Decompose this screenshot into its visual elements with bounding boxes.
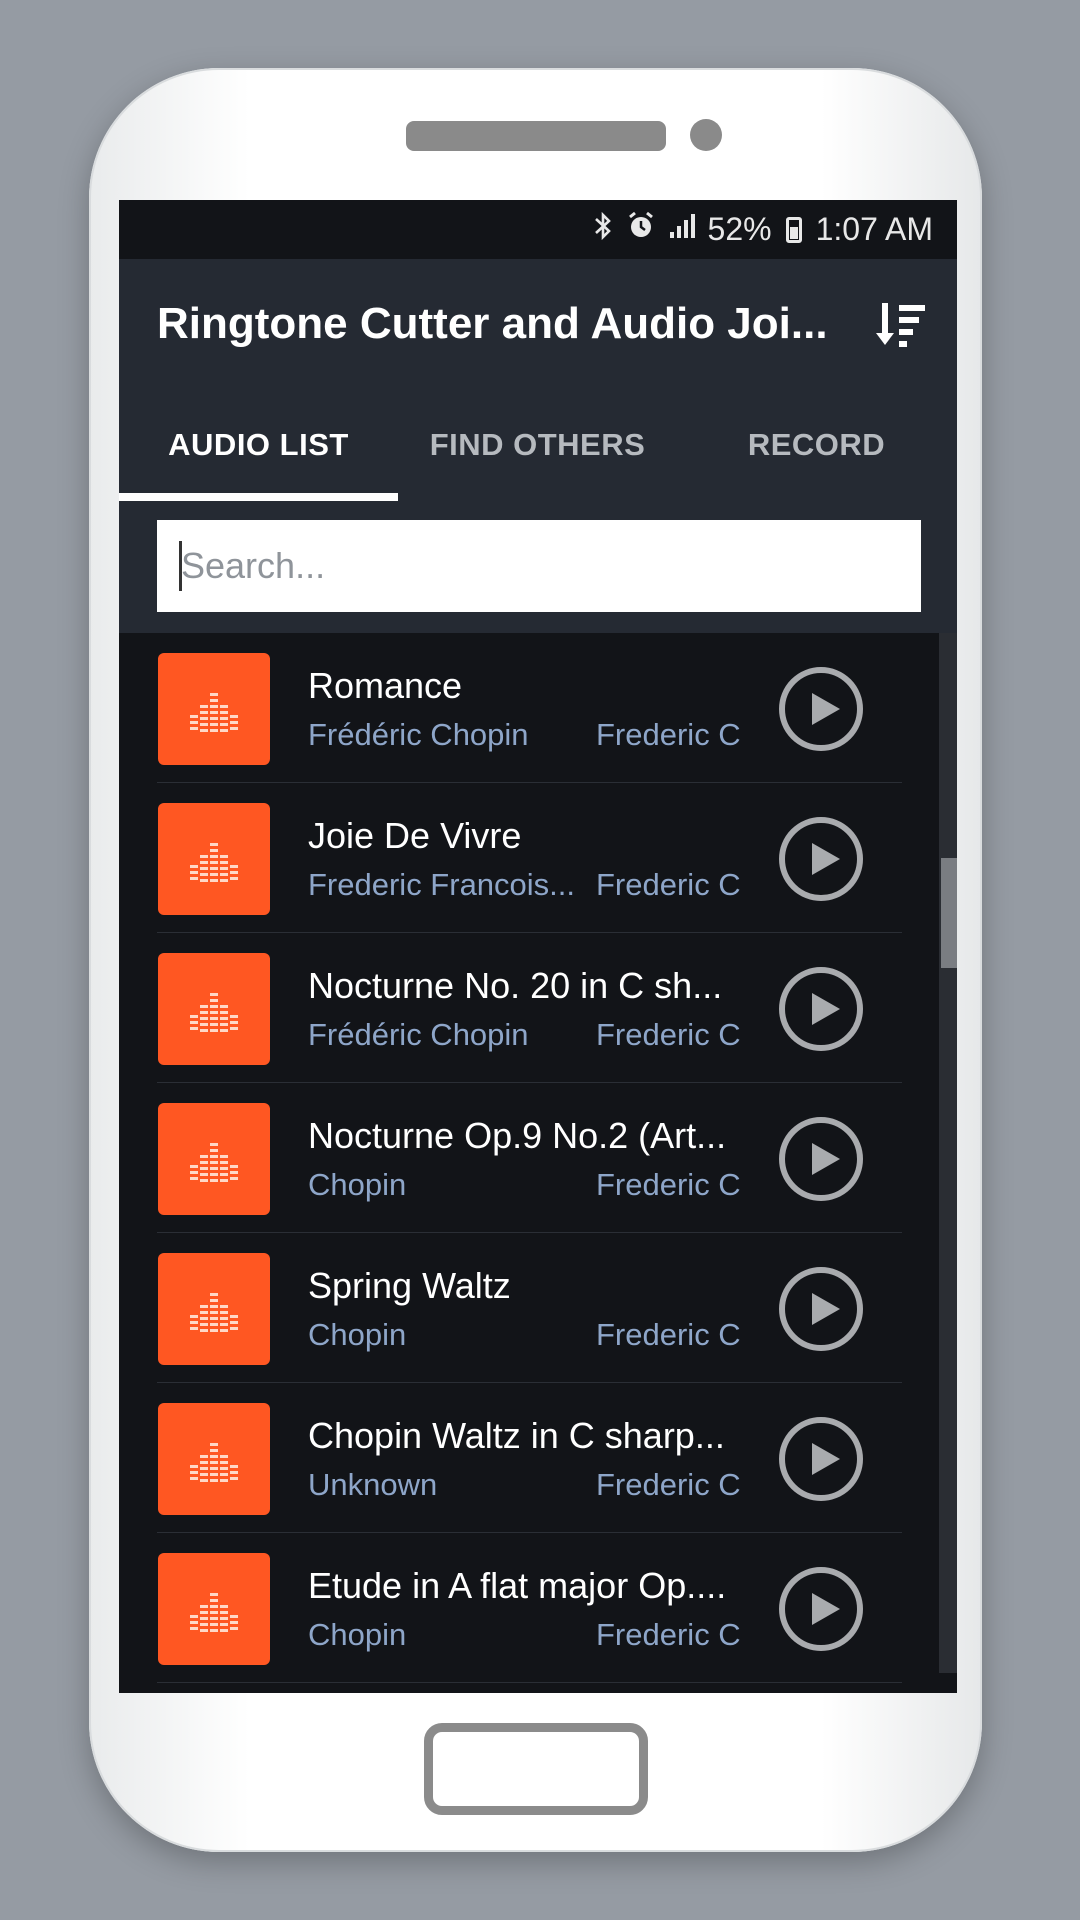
track-title: Chopin Waltz in C sharp... [308, 1415, 725, 1456]
track-artist: Chopin [308, 1317, 407, 1352]
track-album: Frederic C [596, 1467, 741, 1502]
equalizer-icon [186, 829, 242, 890]
list-item[interactable]: Chopin Waltz in C sharp... Unknown Frederi… [157, 1383, 902, 1533]
track-album: Frederic C [596, 867, 741, 902]
audio-list: Romance Frédéric Chopin Frederic C Joie De … [119, 633, 957, 1693]
play-icon [778, 1417, 864, 1506]
equalizer-icon [186, 1279, 242, 1340]
scrollbar-thumb[interactable] [941, 858, 957, 968]
audio-thumbnail [158, 1553, 270, 1665]
audio-thumbnail [158, 803, 270, 915]
list-item[interactable]: Nocturne No. 20 in C sh... Frédéric Chopi… [157, 933, 902, 1083]
audio-thumbnail [158, 1103, 270, 1215]
audio-thumbnail [158, 653, 270, 765]
search-area [119, 501, 957, 633]
search-input[interactable] [157, 520, 921, 612]
equalizer-icon [186, 1579, 242, 1640]
scrollbar-track[interactable] [939, 633, 957, 1673]
list-item[interactable]: Etude in A flat major Op.... Chopin Freder… [157, 1533, 902, 1683]
track-album: Frederic C [596, 717, 741, 752]
alarm-icon [626, 211, 656, 249]
play-button[interactable] [778, 966, 864, 1052]
equalizer-icon [186, 979, 242, 1040]
track-artist: Unknown [308, 1467, 438, 1502]
tab-record[interactable]: RECORD [677, 389, 956, 501]
phone-camera [690, 119, 722, 151]
home-button[interactable] [424, 1723, 648, 1815]
text-caret [179, 541, 182, 591]
track-title: Spring Waltz [308, 1265, 511, 1306]
list-item[interactable]: Nocturne Op.9 No.2 (Art... Chopin Frederic… [157, 1083, 902, 1233]
play-icon [778, 667, 864, 756]
track-title: Joie De Vivre [308, 815, 522, 856]
app-title: Ringtone Cutter and Audio Joi... [157, 299, 828, 348]
equalizer-icon [186, 1129, 242, 1190]
track-album: Frederic C [596, 1317, 741, 1352]
tab-audio-list[interactable]: AUDIO LIST [119, 389, 398, 501]
track-album: Frederic C [596, 1017, 741, 1052]
app-bar: Ringtone Cutter and Audio Joi... [119, 259, 957, 389]
play-button[interactable] [778, 1116, 864, 1202]
play-icon [778, 1567, 864, 1656]
tab-find-others[interactable]: FIND OTHERS [398, 389, 677, 501]
track-artist: Chopin [308, 1167, 407, 1202]
track-title: Nocturne Op.9 No.2 (Art... [308, 1115, 727, 1156]
play-button[interactable] [778, 1566, 864, 1652]
play-button[interactable] [778, 666, 864, 752]
signal-icon [668, 212, 698, 248]
track-title: Romance [308, 665, 463, 706]
track-artist: Frederic Francois... [308, 867, 576, 902]
equalizer-icon [186, 1429, 242, 1490]
play-button[interactable] [778, 816, 864, 902]
play-icon [778, 1117, 864, 1206]
play-button[interactable] [778, 1266, 864, 1352]
audio-thumbnail [158, 1253, 270, 1365]
track-album: Frederic C [596, 1167, 741, 1202]
sort-button[interactable] [873, 297, 929, 353]
track-title: Nocturne No. 20 in C sh... [308, 965, 723, 1006]
audio-thumbnail [158, 953, 270, 1065]
sort-icon [876, 303, 925, 347]
list-item[interactable]: Spring Waltz Chopin Frederic C [157, 1233, 902, 1383]
bluetooth-icon [592, 211, 614, 249]
track-artist: Frédéric Chopin [308, 1017, 529, 1052]
app-screen: 52% 1:07 AM Ringtone Cutter and Audio Jo… [119, 200, 957, 1693]
tab-bar: AUDIO LIST FIND OTHERS RECORD [119, 389, 957, 501]
play-button[interactable] [778, 1416, 864, 1502]
track-artist: Frédéric Chopin [308, 717, 529, 752]
phone-speaker [406, 121, 666, 151]
track-artist: Chopin [308, 1617, 407, 1652]
list-item[interactable]: Joie De Vivre Frederic Francois... Frederi… [157, 783, 902, 933]
play-icon [778, 817, 864, 906]
status-time: 1:07 AM [815, 211, 933, 247]
battery-icon [785, 216, 802, 243]
play-icon [778, 967, 864, 1056]
equalizer-icon [186, 679, 242, 740]
battery-percent: 52% [707, 211, 772, 247]
track-title: Etude in A flat major Op.... [308, 1565, 727, 1606]
audio-thumbnail [158, 1403, 270, 1515]
list-item[interactable]: Romance Frédéric Chopin Frederic C [157, 633, 902, 783]
play-icon [778, 1267, 864, 1356]
status-bar: 52% 1:07 AM [119, 200, 957, 259]
track-album: Frederic C [596, 1617, 741, 1652]
